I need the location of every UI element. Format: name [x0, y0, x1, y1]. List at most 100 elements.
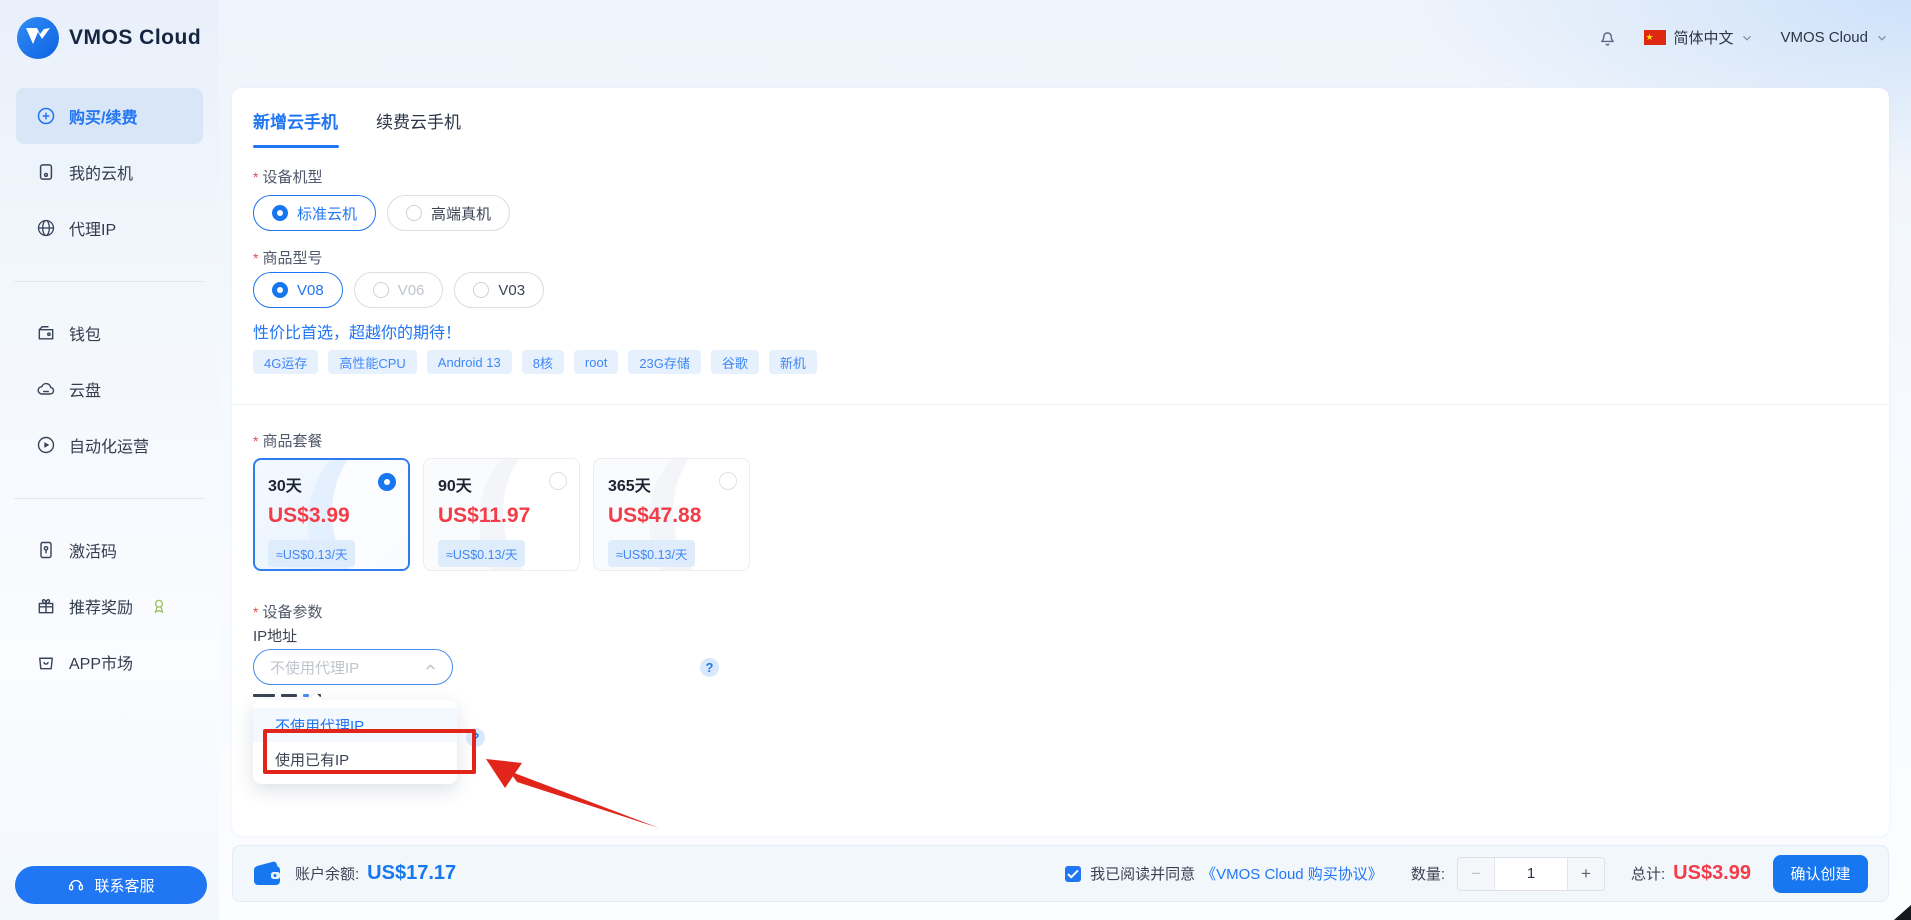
- chevron-down-icon: [1875, 31, 1889, 45]
- plus-circle-icon: [36, 106, 56, 126]
- sidebar-item-label: 我的云机: [69, 160, 133, 184]
- chevron-down-icon: [1740, 31, 1754, 45]
- sidebar-item-automation[interactable]: 自动化运营: [16, 417, 203, 473]
- tab-bar: 新增云手机 续费云手机: [253, 108, 461, 133]
- medal-badge-icon: [150, 597, 168, 615]
- sidebar-divider: [14, 498, 205, 499]
- radio-icon: [549, 472, 567, 490]
- header-actions: ★ 简体中文 VMOS Cloud: [1597, 0, 1889, 75]
- radio-selected-icon: [378, 473, 396, 491]
- sidebar-item-buy-renew[interactable]: 购买/续费: [16, 88, 203, 144]
- sidebar-item-label: 推荐奖励: [69, 594, 133, 618]
- sidebar-item-label: 钱包: [69, 321, 101, 345]
- sidebar-item-cloud-drive[interactable]: 云盘: [16, 361, 203, 417]
- language-switcher[interactable]: ★ 简体中文: [1644, 27, 1754, 48]
- contact-support-button[interactable]: 联系客服: [15, 866, 207, 904]
- radio-icon: [373, 282, 389, 298]
- sidebar-item-wallet[interactable]: 钱包: [16, 305, 203, 361]
- play-circle-icon: [36, 435, 56, 455]
- occluded-help-icon: ?: [466, 728, 485, 747]
- china-flag-icon: ★: [1644, 30, 1666, 45]
- agreement-link[interactable]: 《VMOS Cloud 购买协议》: [1201, 863, 1383, 884]
- app-title: VMOS Cloud: [69, 26, 201, 50]
- quantity-stepper: − 1 +: [1457, 857, 1605, 891]
- per-day-badge: ≈US$0.13/天: [608, 540, 695, 567]
- contact-support-label: 联系客服: [94, 875, 154, 896]
- per-day-badge: ≈US$0.13/天: [438, 540, 525, 567]
- device-type-premium[interactable]: 高端真机: [387, 195, 510, 231]
- sidebar-item-proxy-ip[interactable]: 代理IP: [16, 200, 203, 256]
- package-30-days[interactable]: 30天 US$3.99 ≈US$0.13/天: [253, 458, 410, 571]
- section-divider: [232, 404, 1889, 405]
- sidebar-divider: [14, 281, 205, 282]
- radio-icon: [406, 205, 422, 221]
- per-day-badge: ≈US$0.13/天: [268, 540, 355, 567]
- ip-select-value: 不使用代理IP: [270, 657, 423, 678]
- feature-tag: Android 13: [427, 350, 512, 374]
- required-mark: *: [253, 433, 258, 449]
- tab-new-cloud-phone[interactable]: 新增云手机: [253, 108, 338, 133]
- sidebar-item-activation-code[interactable]: 激活码: [16, 522, 203, 578]
- feature-tag: 23G存储: [628, 350, 701, 374]
- package-365-days[interactable]: 365天 US$47.88 ≈US$0.13/天: [593, 458, 750, 571]
- package-label: *商品套餐: [253, 430, 322, 451]
- quantity-increase-button[interactable]: +: [1567, 858, 1604, 890]
- sidebar-item-label: 激活码: [69, 538, 117, 562]
- sidebar-item-referral[interactable]: 推荐奖励: [16, 578, 203, 634]
- promo-text: 性价比首选，超越你的期待！: [253, 319, 461, 343]
- account-label: VMOS Cloud: [1780, 29, 1868, 46]
- model-v06[interactable]: V06: [354, 272, 444, 308]
- feature-tag: 高性能CPU: [328, 350, 416, 374]
- feature-tag: 8核: [522, 350, 564, 374]
- product-model-options: V08 V06 V03: [253, 272, 544, 308]
- radio-selected-icon: [272, 282, 288, 298]
- sidebar-item-label: 购买/续费: [69, 104, 137, 128]
- device-type-options: 标准云机 高端真机: [253, 195, 510, 231]
- gift-icon: [36, 596, 56, 616]
- product-model-label: *商品型号: [253, 247, 322, 268]
- ip-select[interactable]: 不使用代理IP: [253, 649, 453, 685]
- tab-renew-cloud-phone[interactable]: 续费云手机: [376, 108, 461, 133]
- cloud-icon: [36, 379, 56, 399]
- required-mark: *: [253, 250, 258, 266]
- ip-dropdown: 不使用代理IP 使用已有IP: [253, 700, 457, 784]
- language-label: 简体中文: [1673, 27, 1733, 48]
- balance-label: 账户余额:: [295, 863, 359, 884]
- model-v03[interactable]: V03: [454, 272, 544, 308]
- radio-selected-icon: [272, 205, 288, 221]
- radio-icon: [719, 472, 737, 490]
- notification-bell-icon[interactable]: [1597, 27, 1618, 48]
- radio-icon: [473, 282, 489, 298]
- checkout-bar: 账户余额: US$17.17 我已阅读并同意 《VMOS Cloud 购买协议》…: [232, 845, 1889, 902]
- chevron-up-icon: [423, 660, 438, 675]
- feature-tag: root: [574, 350, 618, 374]
- headset-icon: [67, 876, 85, 894]
- activation-code-icon: [36, 540, 56, 560]
- sidebar-item-label: APP市场: [69, 650, 133, 674]
- checkout-controls: 我已阅读并同意 《VMOS Cloud 购买协议》 数量: − 1 + 总计: …: [1065, 855, 1868, 893]
- quantity-value[interactable]: 1: [1495, 858, 1567, 890]
- sidebar-item-app-market[interactable]: APP市场: [16, 634, 203, 690]
- cursor-artifact: [1894, 905, 1911, 920]
- feature-tag: 新机: [769, 350, 817, 374]
- feature-tag: 4G运存: [253, 350, 318, 374]
- agreement-checkbox[interactable]: [1065, 866, 1081, 882]
- device-params-label: *设备参数: [253, 601, 322, 622]
- ip-help-icon[interactable]: ?: [700, 658, 719, 677]
- sidebar-item-my-devices[interactable]: 我的云机: [16, 144, 203, 200]
- agreement-text: 我已阅读并同意: [1090, 863, 1195, 884]
- option-no-proxy-ip[interactable]: 不使用代理IP: [253, 708, 457, 742]
- quantity-decrease-button[interactable]: −: [1458, 858, 1495, 890]
- model-v08[interactable]: V08: [253, 272, 343, 308]
- option-use-existing-ip[interactable]: 使用已有IP: [253, 742, 457, 776]
- quantity-label: 数量:: [1411, 863, 1445, 884]
- app-store-icon: [36, 652, 56, 672]
- confirm-create-button[interactable]: 确认创建: [1773, 855, 1868, 893]
- active-tab-underline: [253, 145, 339, 148]
- feature-tags: 4G运存 高性能CPU Android 13 8核 root 23G存储 谷歌 …: [253, 350, 817, 374]
- device-type-standard[interactable]: 标准云机: [253, 195, 376, 231]
- sidebar-item-label: 自动化运营: [69, 433, 149, 457]
- account-menu[interactable]: VMOS Cloud: [1780, 29, 1889, 46]
- required-mark: *: [253, 169, 258, 185]
- package-90-days[interactable]: 90天 US$11.97 ≈US$0.13/天: [423, 458, 580, 571]
